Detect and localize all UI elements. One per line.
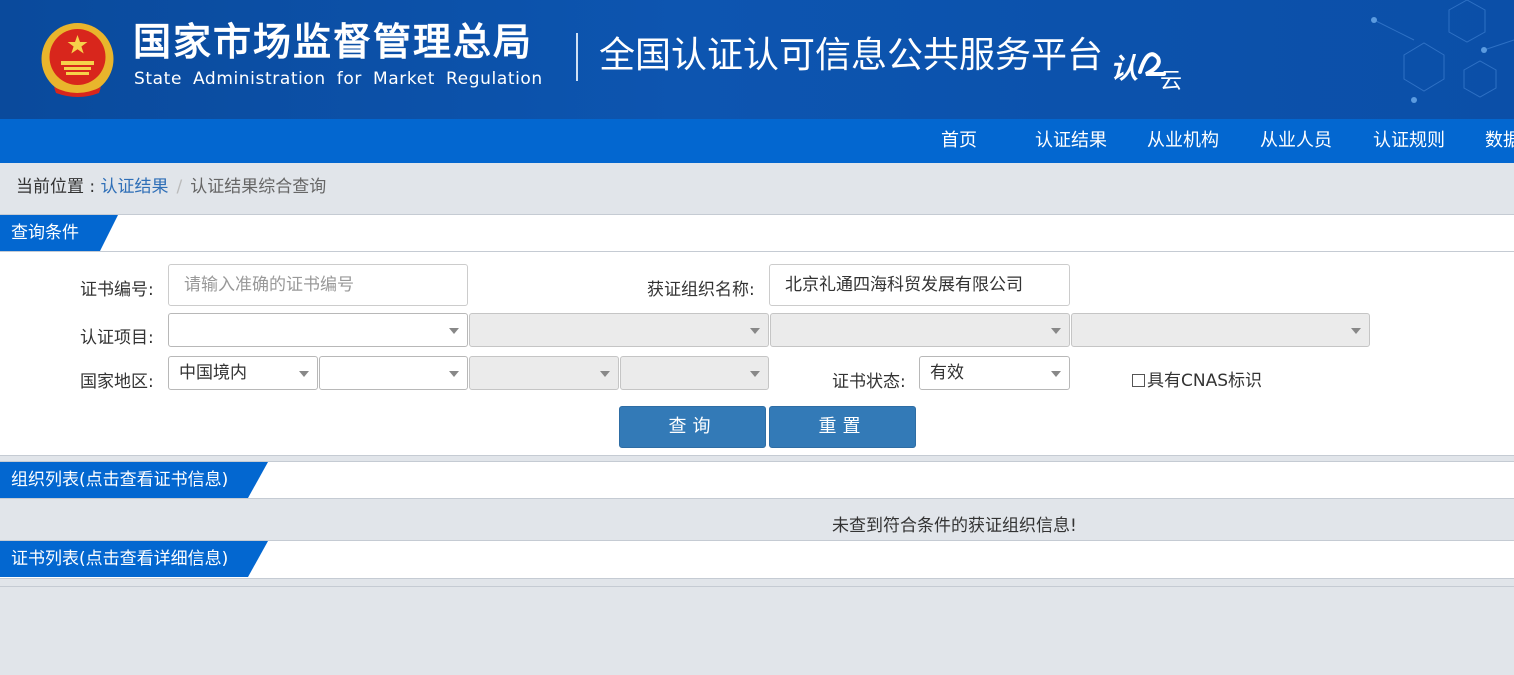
org-list-title: 组织列表(点击查看证书信息) — [11, 470, 229, 490]
nav-item-institutions[interactable]: 从业机构 — [1147, 119, 1219, 163]
chevron-down-icon — [750, 371, 760, 377]
project-label: 认证项目: — [80, 328, 154, 348]
chevron-down-icon — [1051, 328, 1061, 334]
nav-item-personnel[interactable]: 从业人员 — [1260, 119, 1332, 163]
region-select-3[interactable] — [469, 356, 619, 390]
query-panel-title: 查询条件 — [11, 223, 79, 243]
region-select-2[interactable] — [319, 356, 468, 390]
cert-list-header: 证书列表(点击查看详细信息) — [0, 540, 1514, 579]
project-select-4[interactable] — [1071, 313, 1370, 347]
logo-text-b: 云 — [1160, 69, 1182, 92]
chevron-down-icon — [449, 328, 459, 334]
reset-button[interactable]: 重置 — [769, 406, 916, 448]
nav-item-rules[interactable]: 认证规则 — [1373, 119, 1445, 163]
cert-no-label: 证书编号: — [80, 280, 154, 300]
project-select-3[interactable] — [770, 313, 1070, 347]
chevron-down-icon — [750, 328, 760, 334]
cert-list-title: 证书列表(点击查看详细信息) — [11, 549, 229, 569]
status-label: 证书状态: — [832, 372, 906, 392]
region-label: 国家地区: — [80, 372, 154, 392]
cnas-label: 具有CNAS标识 — [1147, 371, 1263, 391]
nav-item-data[interactable]: 数据 — [1485, 119, 1514, 163]
chevron-down-icon — [1051, 371, 1061, 377]
header-divider — [576, 33, 578, 81]
main-nav: 首页 认证结果 从业机构 从业人员 认证规则 数据 — [0, 119, 1514, 163]
org-list-header: 组织列表(点击查看证书信息) — [0, 461, 1514, 499]
org-name-en: State Administration for Market Regulati… — [134, 69, 543, 89]
nav-item-home[interactable]: 首页 — [941, 119, 977, 163]
logo-text-a: 认 — [1110, 52, 1138, 85]
national-emblem-icon — [41, 23, 114, 97]
header-decoration — [1371, 0, 1514, 103]
nav-item-cert-results[interactable]: 认证结果 — [1035, 119, 1107, 163]
org-name-label: 获证组织名称: — [647, 280, 755, 300]
region-select-value: 中国境内 — [179, 363, 247, 383]
platform-title: 全国认证认可信息公共服务平台 — [599, 35, 1104, 76]
project-select-2[interactable] — [469, 313, 769, 347]
breadcrumb-separator: / — [176, 177, 183, 197]
cnas-checkbox[interactable]: 具有CNAS标识 — [1132, 366, 1262, 391]
chevron-down-icon — [299, 371, 309, 377]
breadcrumb-current: 认证结果综合查询 — [190, 177, 327, 197]
checkbox-box[interactable] — [1132, 374, 1145, 387]
chevron-down-icon — [1351, 328, 1361, 334]
org-list-empty-message: 未查到符合条件的获证组织信息! — [832, 516, 1077, 536]
cert-no-input[interactable]: 请输入准确的证书编号 — [168, 264, 468, 306]
chevron-down-icon — [449, 371, 459, 377]
breadcrumb: 当前位置 : 认证结果 / 认证结果综合查询 — [16, 172, 326, 197]
search-button[interactable]: 查询 — [619, 406, 766, 448]
breadcrumb-link[interactable]: 认证结果 — [101, 177, 169, 197]
region-select-4[interactable] — [620, 356, 769, 390]
org-name-input[interactable]: 北京礼通四海科贸发展有限公司 — [769, 264, 1070, 306]
site-header: 国家市场监督管理总局 State Administration for Mark… — [0, 0, 1514, 119]
project-select-1[interactable] — [168, 313, 468, 347]
region-select-1[interactable]: 中国境内 — [168, 356, 318, 390]
status-select-value: 有效 — [930, 363, 964, 383]
breadcrumb-prefix: 当前位置 : — [16, 177, 101, 197]
status-select[interactable]: 有效 — [919, 356, 1070, 390]
platform-logo-icon: 认 云 — [1110, 52, 1182, 92]
chevron-down-icon — [600, 371, 610, 377]
query-panel-header: 查询条件 — [0, 214, 1514, 252]
cert-list-divider — [0, 586, 1514, 587]
org-name-cn: 国家市场监督管理总局 — [133, 20, 534, 64]
